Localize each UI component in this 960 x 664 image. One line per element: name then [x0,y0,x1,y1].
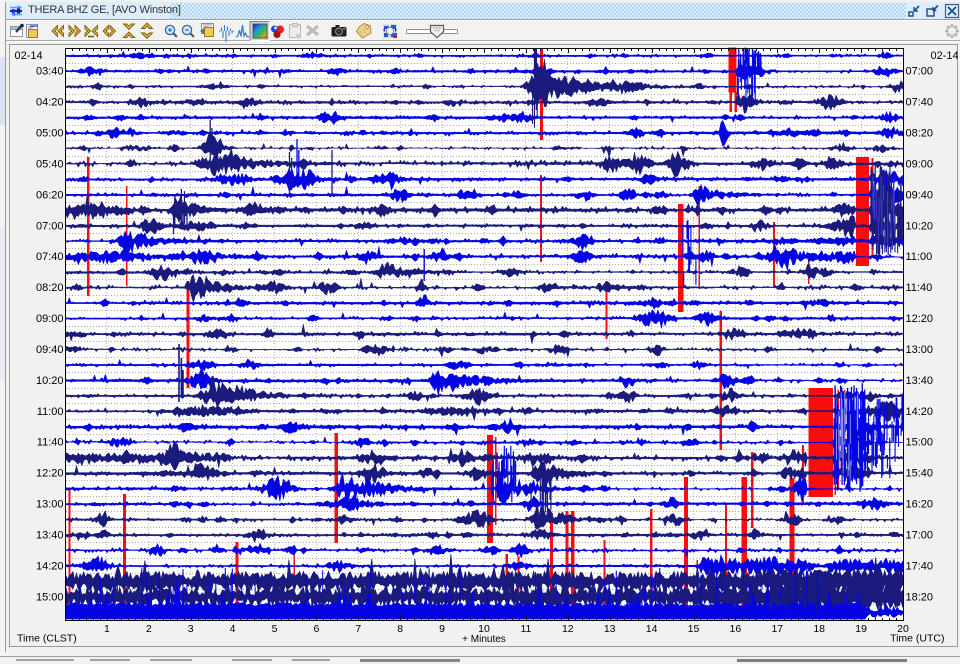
svg-text:08:20: 08:20 [36,282,64,294]
svg-text:18: 18 [813,623,825,635]
svg-text:9: 9 [439,623,445,635]
svg-text:08:20: 08:20 [906,128,934,140]
svg-text:18:20: 18:20 [906,591,934,603]
svg-text:13:00: 13:00 [906,344,934,356]
svg-text:15:40: 15:40 [906,468,934,480]
svg-text:Time (UTC): Time (UTC) [890,633,944,645]
svg-text:12:20: 12:20 [36,468,64,480]
svg-text:19: 19 [855,623,867,635]
svg-text:10:20: 10:20 [906,220,934,232]
svg-text:2: 2 [146,623,152,635]
svg-text:07:00: 07:00 [36,220,64,232]
svg-text:16: 16 [730,623,742,635]
svg-text:09:40: 09:40 [36,344,64,356]
svg-text:15:00: 15:00 [36,591,64,603]
svg-text:11:00: 11:00 [906,251,933,263]
svg-text:13: 13 [604,623,616,635]
svg-text:4: 4 [230,623,236,635]
svg-text:5: 5 [272,623,278,635]
svg-text:+ Minutes: + Minutes [462,634,506,645]
svg-text:17: 17 [771,623,783,635]
svg-text:06:20: 06:20 [36,189,64,201]
svg-text:10:20: 10:20 [36,375,64,387]
svg-text:04:20: 04:20 [36,97,64,109]
svg-text:14:20: 14:20 [36,560,64,572]
svg-text:09:00: 09:00 [906,158,934,170]
svg-text:8: 8 [397,623,403,635]
svg-text:02-14: 02-14 [931,50,959,62]
svg-text:13:00: 13:00 [36,499,64,511]
svg-text:12:20: 12:20 [906,313,934,325]
svg-text:13:40: 13:40 [906,375,934,387]
svg-text:12: 12 [562,623,574,635]
svg-text:02-14: 02-14 [15,50,43,62]
svg-text:16:20: 16:20 [906,499,934,511]
svg-text:11:40: 11:40 [906,282,933,294]
svg-text:14: 14 [646,623,658,635]
svg-text:7: 7 [355,623,361,635]
svg-text:11:40: 11:40 [37,437,64,449]
svg-text:15:00: 15:00 [906,437,934,449]
svg-text:05:40: 05:40 [36,158,64,170]
svg-text:09:40: 09:40 [906,189,934,201]
svg-text:14:20: 14:20 [906,406,934,418]
svg-text:3: 3 [188,623,194,635]
svg-text:17:40: 17:40 [906,560,934,572]
svg-text:07:40: 07:40 [906,97,934,109]
svg-text:11: 11 [520,623,531,635]
svg-text:6: 6 [313,623,319,635]
svg-text:13:40: 13:40 [36,530,64,542]
svg-text:03:40: 03:40 [36,66,64,78]
svg-text:1: 1 [104,623,110,635]
svg-text:09:00: 09:00 [36,313,64,325]
svg-text:07:00: 07:00 [906,66,934,78]
svg-text:17:00: 17:00 [906,530,934,542]
svg-text:11:00: 11:00 [37,406,64,418]
svg-text:05:00: 05:00 [36,128,64,140]
svg-text:15: 15 [688,623,700,635]
svg-text:07:40: 07:40 [36,251,64,263]
svg-text:Time (CLST): Time (CLST) [17,633,77,645]
